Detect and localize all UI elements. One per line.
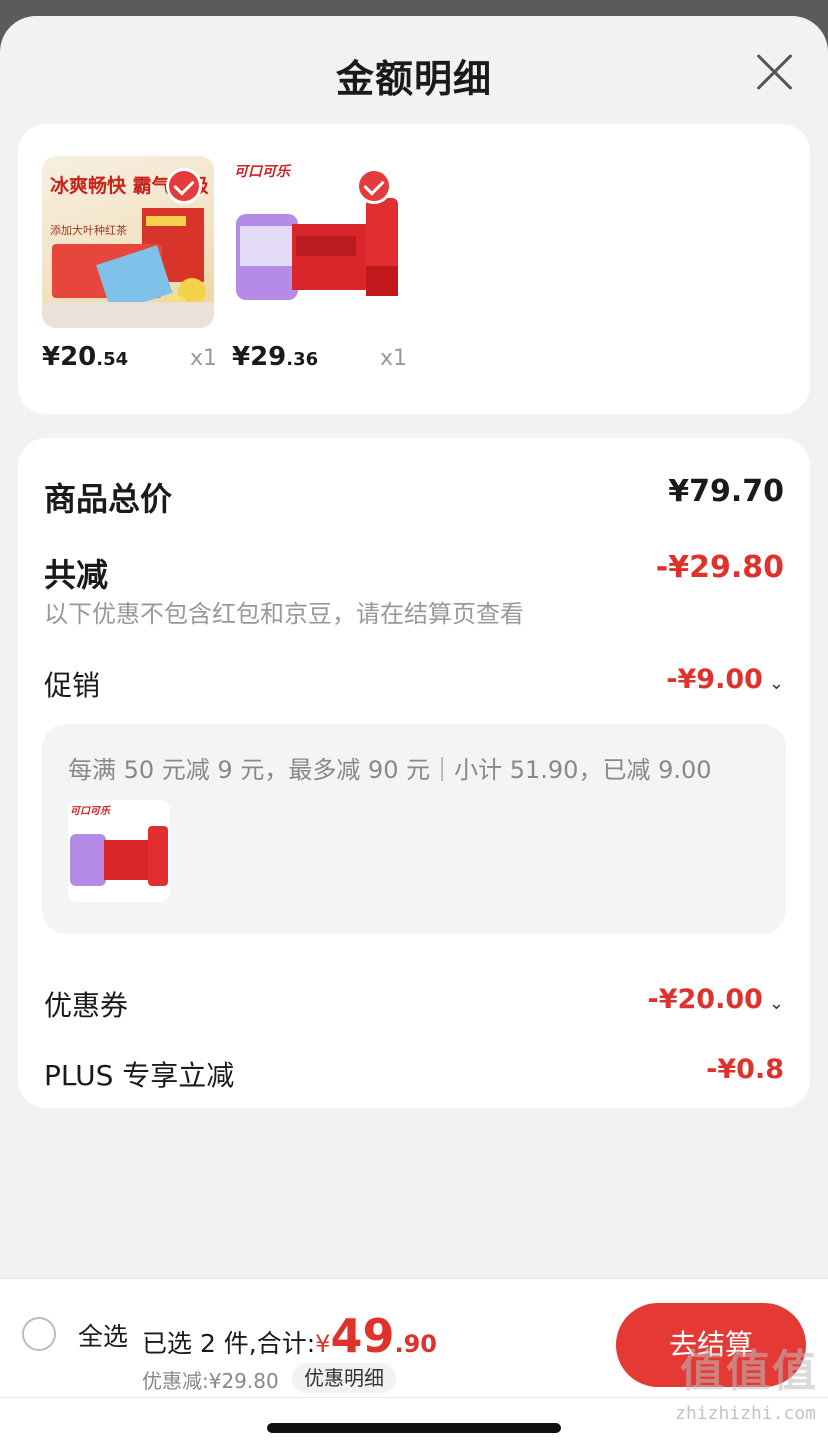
discount-note: 以下优惠不包含红包和京豆，请在结算页查看 — [44, 600, 524, 628]
plus-discount-row: PLUS 专享立减 -¥0.8 — [44, 1054, 784, 1098]
total-reduce-value: -¥29.80 — [655, 550, 784, 585]
total-integer: 49 — [330, 1309, 395, 1363]
total-decimal: .90 — [394, 1330, 437, 1358]
checkout-bar: 全选 已选 2 件,合计:¥49.90 优惠减:¥29.80 优惠明细 去结算 … — [0, 1278, 828, 1452]
discount-detail-button[interactable]: 优惠明细 — [292, 1363, 396, 1393]
chevron-down-icon[interactable]: ⌄ — [769, 993, 784, 1014]
coupon-row[interactable]: 优惠券 -¥20.00 ⌄ — [44, 984, 784, 1028]
promotion-product-thumb[interactable]: 可口可乐 — [68, 800, 170, 902]
selected-check-icon[interactable] — [166, 168, 202, 204]
promotion-value-group[interactable]: -¥9.00 ⌄ — [666, 664, 784, 695]
svg-text:可口可乐: 可口可乐 — [70, 805, 111, 817]
promotion-row[interactable]: 促销 -¥9.00 ⌄ — [44, 664, 784, 708]
price-detail-card: 商品总价 ¥79.70 共减 -¥29.80 以下优惠不包含红包和京豆，请在结算… — [18, 438, 810, 1108]
selection-summary: 已选 2 件,合计:¥49.90 — [142, 1309, 437, 1363]
sheet-title: 金额明细 — [335, 57, 492, 101]
coupon-value-group[interactable]: -¥20.00 ⌄ — [648, 984, 785, 1015]
total-currency: ¥ — [315, 1330, 331, 1358]
svg-text:可口可乐: 可口可乐 — [234, 164, 292, 180]
product-item[interactable]: 可口可乐 ¥29.36 x1 — [232, 156, 407, 372]
promotion-label: 促销 — [44, 669, 101, 702]
total-price-row: 商品总价 ¥79.70 — [44, 474, 784, 518]
home-indicator[interactable] — [267, 1423, 561, 1433]
close-icon[interactable] — [754, 52, 794, 92]
svg-text:添加大叶种红茶: 添加大叶种红茶 — [50, 223, 127, 237]
coupon-value: -¥20.00 — [647, 984, 763, 1015]
plus-discount-value: -¥0.8 — [706, 1054, 784, 1085]
total-price-value: ¥79.70 — [668, 474, 784, 509]
product-image: 可口可乐 — [232, 156, 404, 328]
promotion-detail-box: 每满 50 元减 9 元，最多减 90 元｜小计 51.90，已减 9.00 可… — [42, 724, 786, 934]
selected-check-icon[interactable] — [356, 168, 392, 204]
products-card: 冰爽畅快 霸气升级 添加大叶种红茶 ¥20.54 x1 可口可乐 ¥29.36 … — [18, 124, 810, 414]
promotion-value: -¥9.00 — [666, 664, 763, 695]
watermark-url: zhizhizhi.com — [675, 1403, 816, 1424]
product-qty: x1 — [380, 346, 408, 371]
chevron-down-icon[interactable]: ⌄ — [769, 673, 784, 694]
plus-discount-label: PLUS 专享立减 — [44, 1059, 235, 1092]
select-all-radio[interactable] — [22, 1317, 56, 1351]
product-image: 冰爽畅快 霸气升级 添加大叶种红茶 — [42, 156, 214, 328]
saved-amount: 优惠减:¥29.80 — [142, 1369, 279, 1393]
total-reduce-label: 共减 — [44, 556, 109, 594]
watermark-logo: 值值值 — [680, 1346, 818, 1397]
total-reduce-row: 共减 -¥29.80 — [44, 550, 784, 594]
product-item[interactable]: 冰爽畅快 霸气升级 添加大叶种红茶 ¥20.54 x1 — [42, 156, 217, 372]
summary-prefix: 已选 2 件,合计: — [142, 1329, 316, 1358]
product-qty: x1 — [190, 346, 218, 371]
total-price-label: 商品总价 — [44, 480, 173, 518]
amount-detail-sheet: 金额明细 冰爽畅快 霸气升级 添加大叶种红茶 ¥20.54 x1 可口可乐 ¥2… — [0, 16, 828, 1452]
product-price: ¥29.36 — [232, 342, 319, 372]
select-all-label[interactable]: 全选 — [78, 1317, 128, 1353]
product-price: ¥20.54 — [42, 342, 129, 372]
cola-thumb-illustration: 可口可乐 — [70, 805, 168, 886]
coupon-label: 优惠券 — [44, 989, 129, 1022]
promotion-description: 每满 50 元减 9 元，最多减 90 元｜小计 51.90，已减 9.00 — [68, 756, 712, 784]
